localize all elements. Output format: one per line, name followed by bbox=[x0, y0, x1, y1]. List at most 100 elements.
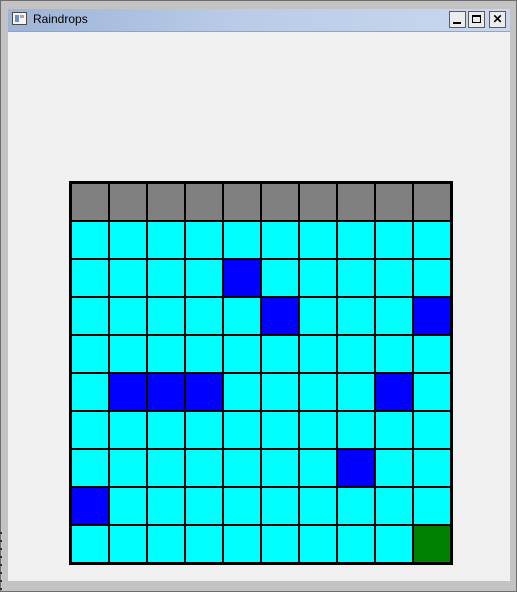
cell-water-r8-c8[interactable] bbox=[375, 487, 413, 525]
cell-water-r6-c5[interactable] bbox=[261, 411, 299, 449]
cell-goal-r9-c9[interactable] bbox=[413, 525, 451, 563]
cell-water-r9-c3[interactable] bbox=[185, 525, 223, 563]
cell-water-r2-c0[interactable] bbox=[71, 259, 109, 297]
cell-water-r1-c1[interactable] bbox=[109, 221, 147, 259]
cell-water-r5-c9[interactable] bbox=[413, 373, 451, 411]
cell-water-r1-c4[interactable] bbox=[223, 221, 261, 259]
cell-water-r4-c3[interactable] bbox=[185, 335, 223, 373]
cell-water-r1-c3[interactable] bbox=[185, 221, 223, 259]
cell-water-r3-c2[interactable] bbox=[147, 297, 185, 335]
cell-water-r1-c7[interactable] bbox=[337, 221, 375, 259]
cell-water-r8-c7[interactable] bbox=[337, 487, 375, 525]
cell-water-r8-c5[interactable] bbox=[261, 487, 299, 525]
cell-water-r2-c6[interactable] bbox=[299, 259, 337, 297]
cell-drop-r7-c7[interactable] bbox=[337, 449, 375, 487]
cell-cloud-r0-c5[interactable] bbox=[261, 183, 299, 221]
cell-water-r4-c6[interactable] bbox=[299, 335, 337, 373]
cell-water-r2-c3[interactable] bbox=[185, 259, 223, 297]
cell-water-r5-c0[interactable] bbox=[71, 373, 109, 411]
cell-water-r4-c0[interactable] bbox=[71, 335, 109, 373]
cell-water-r7-c2[interactable] bbox=[147, 449, 185, 487]
cell-water-r8-c9[interactable] bbox=[413, 487, 451, 525]
cell-water-r4-c9[interactable] bbox=[413, 335, 451, 373]
cell-water-r3-c1[interactable] bbox=[109, 297, 147, 335]
cell-water-r8-c1[interactable] bbox=[109, 487, 147, 525]
cell-water-r3-c7[interactable] bbox=[337, 297, 375, 335]
cell-water-r8-c4[interactable] bbox=[223, 487, 261, 525]
cell-water-r9-c8[interactable] bbox=[375, 525, 413, 563]
cell-water-r1-c8[interactable] bbox=[375, 221, 413, 259]
cell-water-r2-c5[interactable] bbox=[261, 259, 299, 297]
cell-cloud-r0-c9[interactable] bbox=[413, 183, 451, 221]
cell-water-r9-c2[interactable] bbox=[147, 525, 185, 563]
cell-cloud-r0-c1[interactable] bbox=[109, 183, 147, 221]
cell-water-r2-c2[interactable] bbox=[147, 259, 185, 297]
title-bar[interactable]: Raindrops ✕ bbox=[8, 9, 510, 32]
cell-water-r1-c2[interactable] bbox=[147, 221, 185, 259]
game-board[interactable] bbox=[69, 181, 453, 565]
cell-water-r5-c6[interactable] bbox=[299, 373, 337, 411]
cell-water-r7-c9[interactable] bbox=[413, 449, 451, 487]
cell-water-r3-c3[interactable] bbox=[185, 297, 223, 335]
cell-cloud-r0-c3[interactable] bbox=[185, 183, 223, 221]
cell-water-r6-c9[interactable] bbox=[413, 411, 451, 449]
cell-water-r6-c3[interactable] bbox=[185, 411, 223, 449]
cell-water-r2-c7[interactable] bbox=[337, 259, 375, 297]
cell-water-r3-c6[interactable] bbox=[299, 297, 337, 335]
cell-water-r9-c1[interactable] bbox=[109, 525, 147, 563]
cell-water-r6-c1[interactable] bbox=[109, 411, 147, 449]
cell-drop-r3-c5[interactable] bbox=[261, 297, 299, 335]
cell-drop-r3-c9[interactable] bbox=[413, 297, 451, 335]
cell-water-r3-c4[interactable] bbox=[223, 297, 261, 335]
maximize-button[interactable] bbox=[468, 11, 485, 28]
close-button[interactable]: ✕ bbox=[489, 11, 506, 28]
cell-cloud-r0-c8[interactable] bbox=[375, 183, 413, 221]
cell-cloud-r0-c7[interactable] bbox=[337, 183, 375, 221]
cell-water-r6-c6[interactable] bbox=[299, 411, 337, 449]
cell-water-r4-c2[interactable] bbox=[147, 335, 185, 373]
cell-water-r3-c0[interactable] bbox=[71, 297, 109, 335]
cell-water-r5-c5[interactable] bbox=[261, 373, 299, 411]
cell-water-r7-c4[interactable] bbox=[223, 449, 261, 487]
cell-water-r2-c1[interactable] bbox=[109, 259, 147, 297]
cell-water-r7-c3[interactable] bbox=[185, 449, 223, 487]
minimize-button[interactable] bbox=[449, 11, 466, 28]
cell-water-r7-c6[interactable] bbox=[299, 449, 337, 487]
cell-water-r4-c4[interactable] bbox=[223, 335, 261, 373]
cell-water-r3-c8[interactable] bbox=[375, 297, 413, 335]
cell-water-r6-c7[interactable] bbox=[337, 411, 375, 449]
cell-drop-r5-c3[interactable] bbox=[185, 373, 223, 411]
cell-water-r7-c5[interactable] bbox=[261, 449, 299, 487]
cell-water-r2-c8[interactable] bbox=[375, 259, 413, 297]
cell-drop-r5-c2[interactable] bbox=[147, 373, 185, 411]
cell-water-r6-c2[interactable] bbox=[147, 411, 185, 449]
cell-water-r6-c0[interactable] bbox=[71, 411, 109, 449]
cell-cloud-r0-c2[interactable] bbox=[147, 183, 185, 221]
app-window-icon[interactable] bbox=[12, 12, 27, 25]
cell-water-r4-c8[interactable] bbox=[375, 335, 413, 373]
cell-water-r9-c5[interactable] bbox=[261, 525, 299, 563]
cell-drop-r2-c4[interactable] bbox=[223, 259, 261, 297]
cell-water-r1-c6[interactable] bbox=[299, 221, 337, 259]
cell-water-r9-c0[interactable] bbox=[71, 525, 109, 563]
cell-water-r7-c0[interactable] bbox=[71, 449, 109, 487]
cell-water-r4-c5[interactable] bbox=[261, 335, 299, 373]
cell-water-r5-c7[interactable] bbox=[337, 373, 375, 411]
cell-water-r1-c5[interactable] bbox=[261, 221, 299, 259]
cell-water-r5-c4[interactable] bbox=[223, 373, 261, 411]
cell-cloud-r0-c4[interactable] bbox=[223, 183, 261, 221]
cell-water-r4-c7[interactable] bbox=[337, 335, 375, 373]
cell-water-r1-c9[interactable] bbox=[413, 221, 451, 259]
cell-drop-r8-c0[interactable] bbox=[71, 487, 109, 525]
cell-water-r9-c7[interactable] bbox=[337, 525, 375, 563]
cell-water-r7-c1[interactable] bbox=[109, 449, 147, 487]
cell-water-r6-c8[interactable] bbox=[375, 411, 413, 449]
cell-water-r4-c1[interactable] bbox=[109, 335, 147, 373]
cell-water-r9-c4[interactable] bbox=[223, 525, 261, 563]
cell-drop-r5-c8[interactable] bbox=[375, 373, 413, 411]
cell-water-r8-c6[interactable] bbox=[299, 487, 337, 525]
cell-water-r8-c3[interactable] bbox=[185, 487, 223, 525]
cell-water-r2-c9[interactable] bbox=[413, 259, 451, 297]
cell-water-r6-c4[interactable] bbox=[223, 411, 261, 449]
cell-cloud-r0-c6[interactable] bbox=[299, 183, 337, 221]
